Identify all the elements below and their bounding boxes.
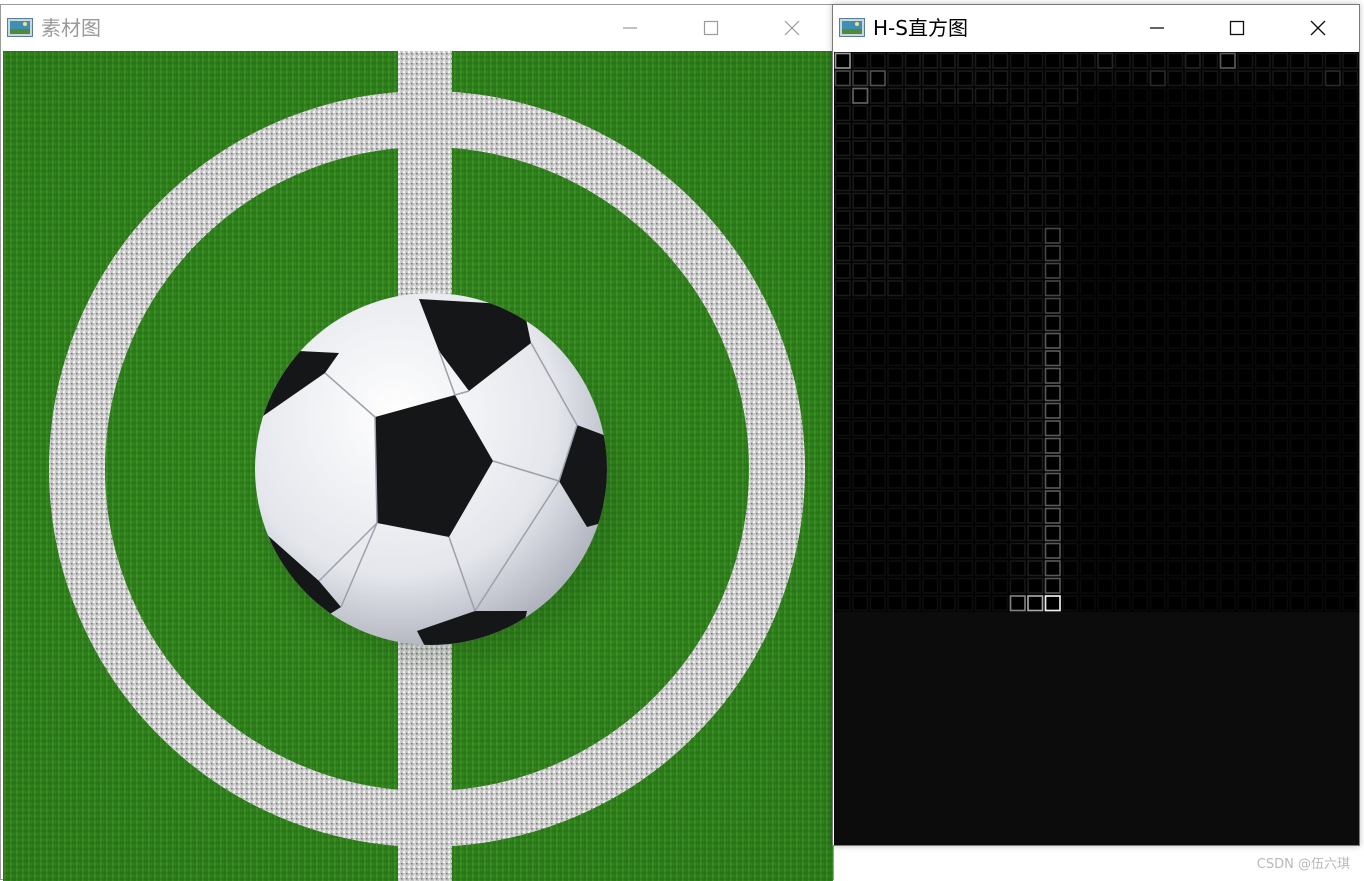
minimize-button[interactable] <box>1134 5 1180 51</box>
close-icon <box>784 20 800 36</box>
window-title: H-S直方图 <box>873 16 968 40</box>
window-title: 素材图 <box>41 16 101 40</box>
maximize-icon <box>703 20 719 36</box>
histogram-window-titlebar[interactable]: H-S直方图 <box>833 5 1359 51</box>
maximize-button[interactable] <box>688 5 734 51</box>
source-image-window: 素材图 <box>0 4 834 881</box>
maximize-icon <box>1229 20 1245 36</box>
soccer-field-image <box>3 51 833 881</box>
source-window-titlebar[interactable]: 素材图 <box>1 5 833 51</box>
watermark: CSDN @伍六琪 <box>1256 857 1350 872</box>
hs-histogram-window: H-S直方图 <box>832 4 1360 846</box>
close-icon <box>1310 20 1326 36</box>
maximize-button[interactable] <box>1214 5 1260 51</box>
minimize-icon <box>623 27 637 29</box>
app-icon <box>839 18 865 37</box>
minimize-button[interactable] <box>607 5 653 51</box>
close-button[interactable] <box>1295 5 1341 51</box>
source-image <box>3 51 833 881</box>
close-button[interactable] <box>769 5 815 51</box>
histogram-canvas <box>834 52 1359 845</box>
minimize-icon <box>1150 27 1164 29</box>
hs-histogram-image <box>834 52 1359 612</box>
app-icon <box>7 18 33 37</box>
